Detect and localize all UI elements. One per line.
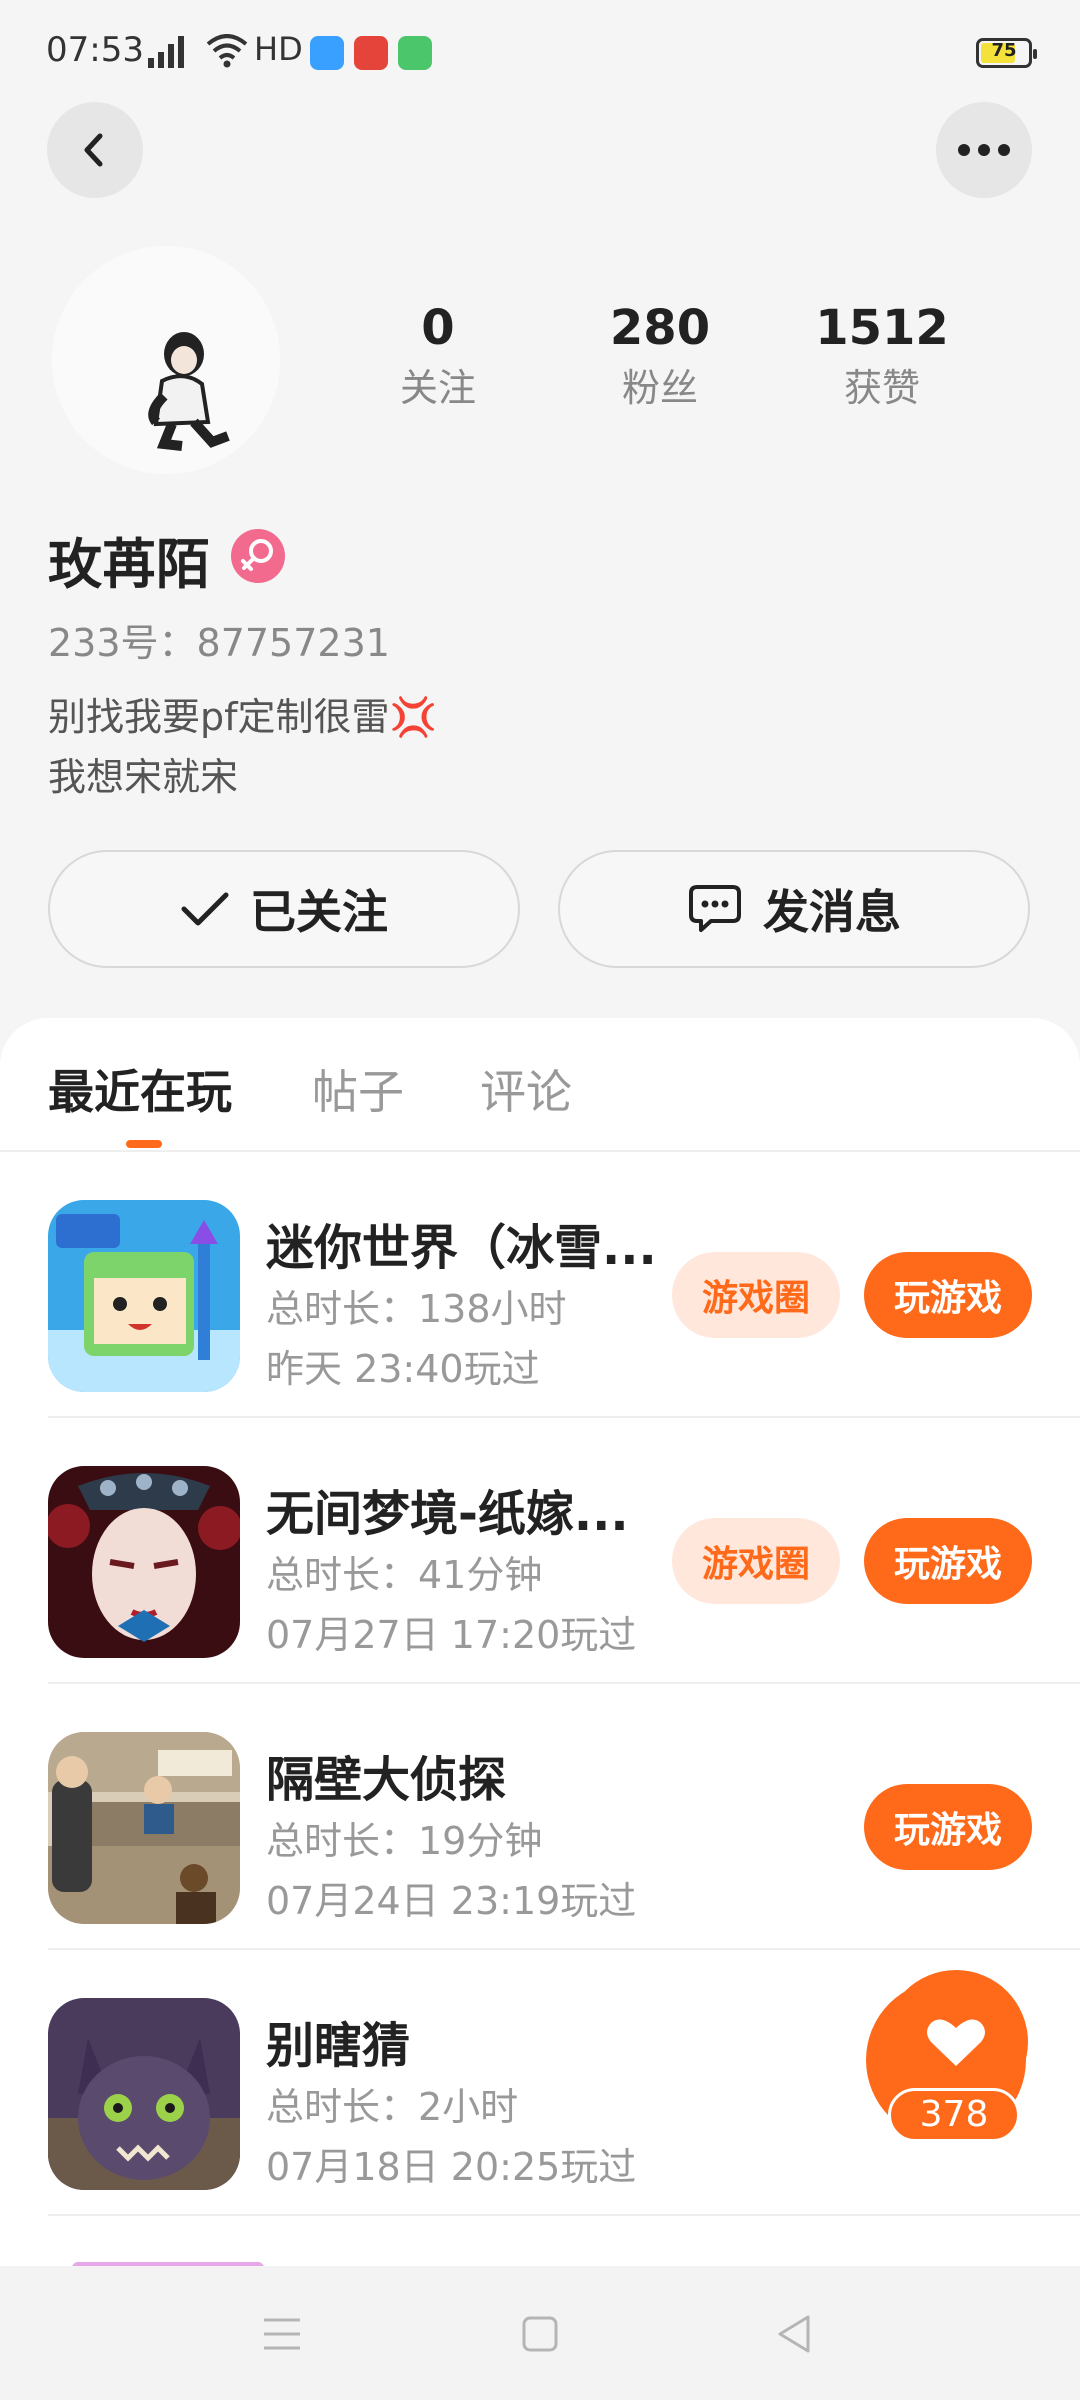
game-last-played: 07月24日 23:19玩过 [266, 1879, 637, 1923]
like-count: 378 [888, 2088, 1020, 2142]
bio-line-1: 别找我要pf定制很雷💢 [48, 695, 437, 739]
checkmark-icon [181, 892, 229, 926]
back-button[interactable] [47, 102, 143, 198]
followers-stat[interactable]: 280 粉丝 [560, 298, 760, 414]
back-triangle-icon[interactable] [776, 2314, 812, 2354]
status-time: 07:53 [46, 30, 144, 70]
send-message-button[interactable]: 发消息 [558, 850, 1030, 968]
battery-icon: 75 [976, 38, 1037, 68]
system-navigation-bar [0, 2266, 1080, 2400]
following-button[interactable]: 已关注 [48, 850, 520, 968]
music-notification-icon [354, 36, 388, 70]
menu-icon[interactable] [262, 2316, 302, 2352]
bio-line-2: 我想宋就宋 [48, 755, 239, 799]
profile-name: 玫苒陌 [48, 533, 210, 596]
game-title: 隔壁大侦探 [266, 1752, 507, 1808]
likes-received-count: 1512 [815, 300, 949, 356]
chat-bubble-icon [689, 885, 741, 932]
list-divider [48, 2214, 1080, 2216]
game-icon-detective [48, 1732, 240, 1924]
followers-count: 280 [609, 300, 711, 356]
home-icon[interactable] [522, 2316, 558, 2352]
battery-level: 75 [991, 40, 1017, 61]
list-item[interactable]: 无间梦境-纸嫁... 总时长：41分钟 07月27日 17:20玩过 游戏圈 玩… [0, 1418, 1080, 1684]
status-bar: 07:53 HD 75 [0, 0, 1080, 100]
likes-received-label: 获赞 [843, 366, 920, 410]
cellular-signal-icon [148, 36, 184, 68]
more-options-button[interactable] [936, 102, 1032, 198]
game-last-played: 昨天 23:40玩过 [266, 1347, 540, 1391]
avatar[interactable] [52, 246, 280, 474]
play-game-button[interactable]: 玩游戏 [864, 1784, 1032, 1870]
following-button-label: 已关注 [250, 885, 388, 939]
avatar-character-image [52, 246, 280, 474]
game-total-duration: 总时长：19分钟 [266, 1819, 543, 1863]
game-total-duration: 总时长：2小时 [266, 2085, 519, 2129]
following-label: 关注 [399, 366, 476, 410]
wifi-icon [206, 34, 248, 68]
chevron-left-icon [84, 133, 103, 167]
game-title: 无间梦境-纸嫁... [266, 1486, 629, 1542]
game-title: 别瞎猜 [266, 2018, 411, 2074]
tab-recently-played[interactable]: 最近在玩 [48, 1056, 232, 1122]
tab-posts[interactable]: 帖子 [312, 1056, 404, 1122]
following-count: 0 [421, 300, 455, 356]
game-total-duration: 总时长：41分钟 [266, 1553, 543, 1597]
game-icon-mini-world [48, 1200, 240, 1392]
following-stat[interactable]: 0 关注 [338, 298, 538, 414]
game-icon-guess [48, 1998, 240, 2190]
list-item[interactable]: 隔壁大侦探 总时长：19分钟 07月24日 23:19玩过 玩游戏 [0, 1684, 1080, 1950]
heart-icon [927, 2019, 985, 2066]
game-title: 迷你世界（冰雪... [266, 1220, 657, 1276]
female-gender-icon [231, 529, 285, 583]
game-last-played: 07月18日 20:25玩过 [266, 2145, 637, 2189]
chat-notification-icon [398, 36, 432, 70]
like-floating-button[interactable]: 378 [862, 1970, 1032, 2150]
game-circle-button[interactable]: 游戏圈 [672, 1252, 840, 1338]
tab-comments[interactable]: 评论 [480, 1056, 572, 1122]
list-item[interactable]: 迷你世界（冰雪... 总时长：138小时 昨天 23:40玩过 游戏圈 玩游戏 [0, 1152, 1080, 1418]
game-circle-button[interactable]: 游戏圈 [672, 1518, 840, 1604]
likes-stat[interactable]: 1512 获赞 [782, 298, 982, 414]
user-id: 233号：87757231 [48, 621, 390, 665]
network-hd-label: HD [254, 30, 303, 68]
app-notification-icon [310, 36, 344, 70]
more-dots-icon [958, 144, 1010, 156]
followers-label: 粉丝 [621, 366, 698, 410]
play-game-button[interactable]: 玩游戏 [864, 1518, 1032, 1604]
send-message-label: 发消息 [763, 885, 901, 939]
game-last-played: 07月27日 17:20玩过 [266, 1613, 637, 1657]
game-total-duration: 总时长：138小时 [266, 1287, 567, 1331]
tab-active-indicator [126, 1140, 162, 1148]
play-game-button[interactable]: 玩游戏 [864, 1252, 1032, 1338]
game-icon-dream [48, 1466, 240, 1658]
